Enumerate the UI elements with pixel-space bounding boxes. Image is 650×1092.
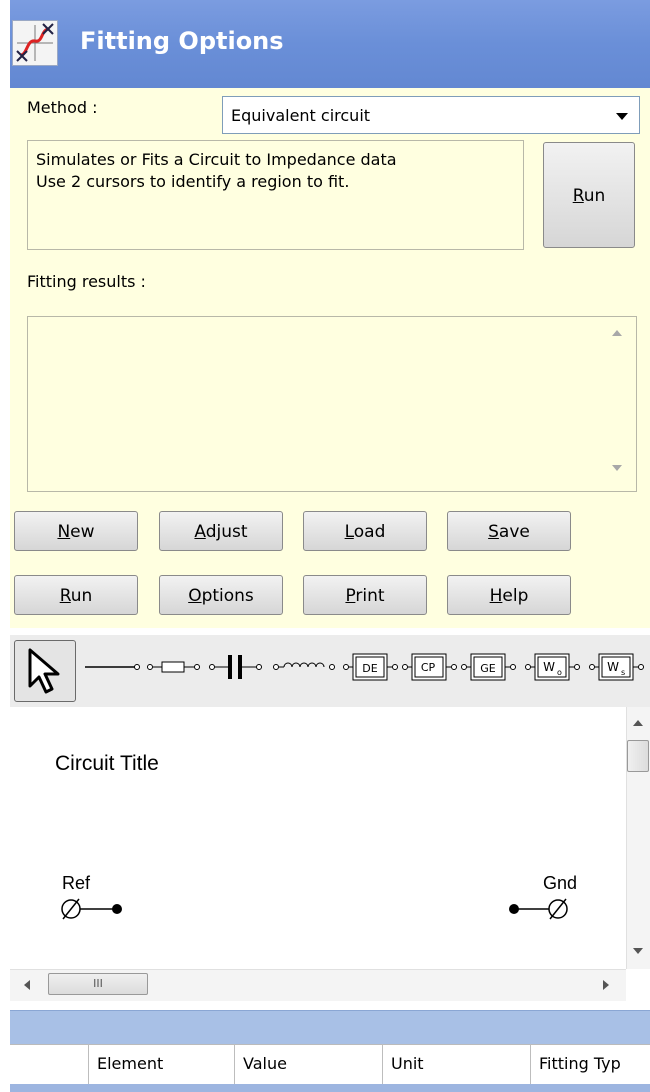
cpe-element-icon[interactable]: CP bbox=[402, 652, 458, 682]
run-method-button[interactable]: Run bbox=[543, 142, 635, 248]
ref-terminal-icon[interactable] bbox=[60, 894, 126, 929]
parameter-grid-header bbox=[10, 1010, 650, 1044]
scroll-up-icon[interactable] bbox=[612, 330, 622, 336]
scroll-right-icon[interactable] bbox=[603, 980, 609, 990]
circuit-canvas[interactable] bbox=[10, 707, 626, 969]
help-button[interactable]: Help bbox=[447, 575, 571, 615]
options-button[interactable]: Options bbox=[159, 575, 283, 615]
load-button[interactable]: Load bbox=[303, 511, 427, 551]
run-button[interactable]: Run bbox=[14, 575, 138, 615]
scroll-left-icon[interactable] bbox=[24, 980, 30, 990]
save-button[interactable]: Save bbox=[447, 511, 571, 551]
grid-row-strip bbox=[10, 1084, 650, 1092]
fitting-results-box[interactable] bbox=[27, 316, 637, 492]
svg-text:W: W bbox=[543, 660, 555, 674]
adjust-button[interactable]: Adjust bbox=[159, 511, 283, 551]
scroll-down-icon[interactable] bbox=[633, 948, 643, 954]
ws-element-icon[interactable]: Ws bbox=[589, 652, 645, 682]
fitting-app-icon bbox=[12, 20, 58, 66]
method-select[interactable]: Equivalent circuit bbox=[222, 96, 640, 134]
wire-icon[interactable] bbox=[83, 652, 141, 682]
description-line-1: Simulates or Fits a Circuit to Impedance… bbox=[36, 150, 397, 169]
wo-element-icon[interactable]: Wo bbox=[525, 652, 581, 682]
print-button[interactable]: Print bbox=[303, 575, 427, 615]
svg-text:o: o bbox=[557, 668, 562, 677]
description-line-2: Use 2 cursors to identify a region to fi… bbox=[36, 172, 350, 191]
de-element-icon[interactable]: DE bbox=[343, 652, 399, 682]
chevron-down-icon[interactable] bbox=[616, 113, 628, 120]
gnd-label: Gnd bbox=[543, 873, 578, 893]
scroll-up-icon[interactable] bbox=[633, 720, 643, 726]
circuit-title[interactable]: Circuit Title bbox=[55, 752, 159, 776]
ge-element-icon[interactable]: GE bbox=[461, 652, 517, 682]
column-header-unit[interactable]: Unit bbox=[382, 1044, 530, 1084]
fitting-results-label: Fitting results : bbox=[27, 272, 146, 291]
gnd-terminal-icon[interactable] bbox=[505, 894, 571, 929]
svg-text:W: W bbox=[607, 660, 619, 674]
method-description: Simulates or Fits a Circuit to Impedance… bbox=[27, 140, 524, 250]
window-title: Fitting Options bbox=[80, 27, 284, 55]
resistor-icon[interactable] bbox=[146, 652, 202, 682]
horizontal-scroll-thumb[interactable]: III bbox=[48, 973, 148, 995]
capacitor-icon[interactable] bbox=[208, 652, 264, 682]
vertical-scroll-thumb[interactable] bbox=[627, 740, 649, 772]
ref-label: Ref bbox=[62, 873, 91, 893]
column-header-fitting-type[interactable]: Fitting Typ bbox=[530, 1044, 650, 1084]
method-selected-value: Equivalent circuit bbox=[231, 106, 371, 125]
pointer-icon bbox=[26, 648, 62, 699]
svg-text:DE: DE bbox=[362, 662, 377, 675]
inductor-icon[interactable] bbox=[272, 652, 336, 682]
svg-text:CP: CP bbox=[421, 661, 436, 674]
method-label: Method : bbox=[27, 98, 98, 117]
column-header-value[interactable]: Value bbox=[234, 1044, 382, 1084]
column-header-element[interactable]: Element bbox=[88, 1044, 234, 1084]
scroll-down-icon[interactable] bbox=[612, 465, 622, 471]
svg-text:GE: GE bbox=[480, 662, 496, 675]
new-button[interactable]: New bbox=[14, 511, 138, 551]
svg-text:s: s bbox=[621, 668, 625, 677]
